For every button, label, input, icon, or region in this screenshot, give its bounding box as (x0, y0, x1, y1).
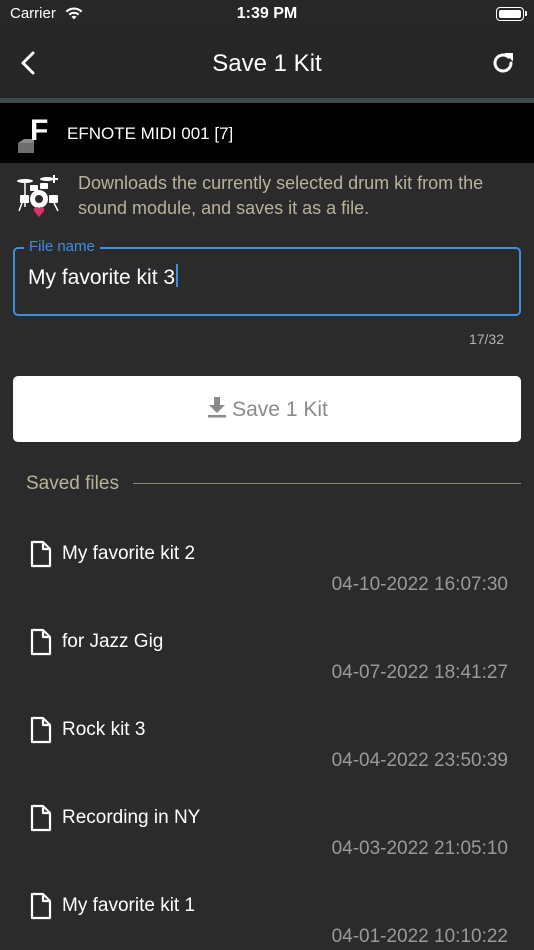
save-kit-button[interactable]: Save 1 Kit (13, 376, 521, 442)
file-name-label: File name (24, 238, 100, 255)
status-bar: Carrier 1:39 PM (0, 0, 534, 30)
list-item[interactable]: for Jazz Gig 04-07-2022 18:41:27 (0, 608, 534, 696)
file-name: My favorite kit 2 (62, 543, 196, 564)
nav-bar: Save 1 Kit (0, 30, 534, 98)
file-icon (30, 804, 52, 832)
description-row: Downloads the currently selected drum ki… (0, 163, 534, 233)
file-icon (30, 716, 52, 744)
file-name-input[interactable]: My favorite kit 3 (28, 264, 508, 294)
list-item[interactable]: My favorite kit 2 04-10-2022 16:07:30 (0, 520, 534, 608)
download-icon (208, 397, 227, 418)
file-name: for Jazz Gig (62, 631, 164, 652)
device-name: EFNOTE MIDI 001 [7] (67, 124, 234, 143)
saved-files-header: Saved files (26, 473, 119, 494)
efnote-logo: F (18, 114, 48, 153)
description-text: Downloads the currently selected drum ki… (78, 173, 484, 218)
status-time: 1:39 PM (236, 5, 298, 22)
device-bar: F EFNOTE MIDI 001 [7] (0, 103, 534, 163)
drum-kit-icon (17, 175, 59, 217)
character-counter: 17/32 (468, 331, 504, 347)
file-date: 04-10-2022 16:07:30 (331, 574, 508, 595)
save-button-label: Save 1 Kit (232, 398, 328, 421)
file-date: 04-01-2022 10:10:22 (331, 926, 508, 947)
list-item[interactable]: My favorite kit 1 04-01-2022 10:10:22 (0, 872, 534, 950)
file-icon (30, 628, 52, 656)
file-name-value: My favorite kit 3 (28, 266, 176, 289)
list-item[interactable]: Rock kit 3 04-04-2022 23:50:39 (0, 696, 534, 784)
section-divider (133, 483, 521, 484)
file-name: Rock kit 3 (62, 719, 146, 740)
file-name: Recording in NY (62, 807, 201, 828)
refresh-icon[interactable] (488, 48, 518, 78)
file-date: 04-04-2022 23:50:39 (331, 750, 508, 771)
file-date: 04-07-2022 18:41:27 (331, 662, 508, 683)
logo-letter: F (30, 114, 48, 147)
file-icon (30, 540, 52, 568)
text-cursor (176, 264, 179, 287)
battery-icon (496, 7, 527, 21)
page-title: Save 1 Kit (212, 50, 322, 77)
list-item[interactable]: Recording in NY 04-03-2022 21:05:10 (0, 784, 534, 872)
file-icon (30, 892, 52, 920)
saved-files-list: My favorite kit 2 04-10-2022 16:07:30 fo… (0, 520, 534, 950)
file-date: 04-03-2022 21:05:10 (331, 838, 508, 859)
file-name: My favorite kit 1 (62, 895, 196, 916)
